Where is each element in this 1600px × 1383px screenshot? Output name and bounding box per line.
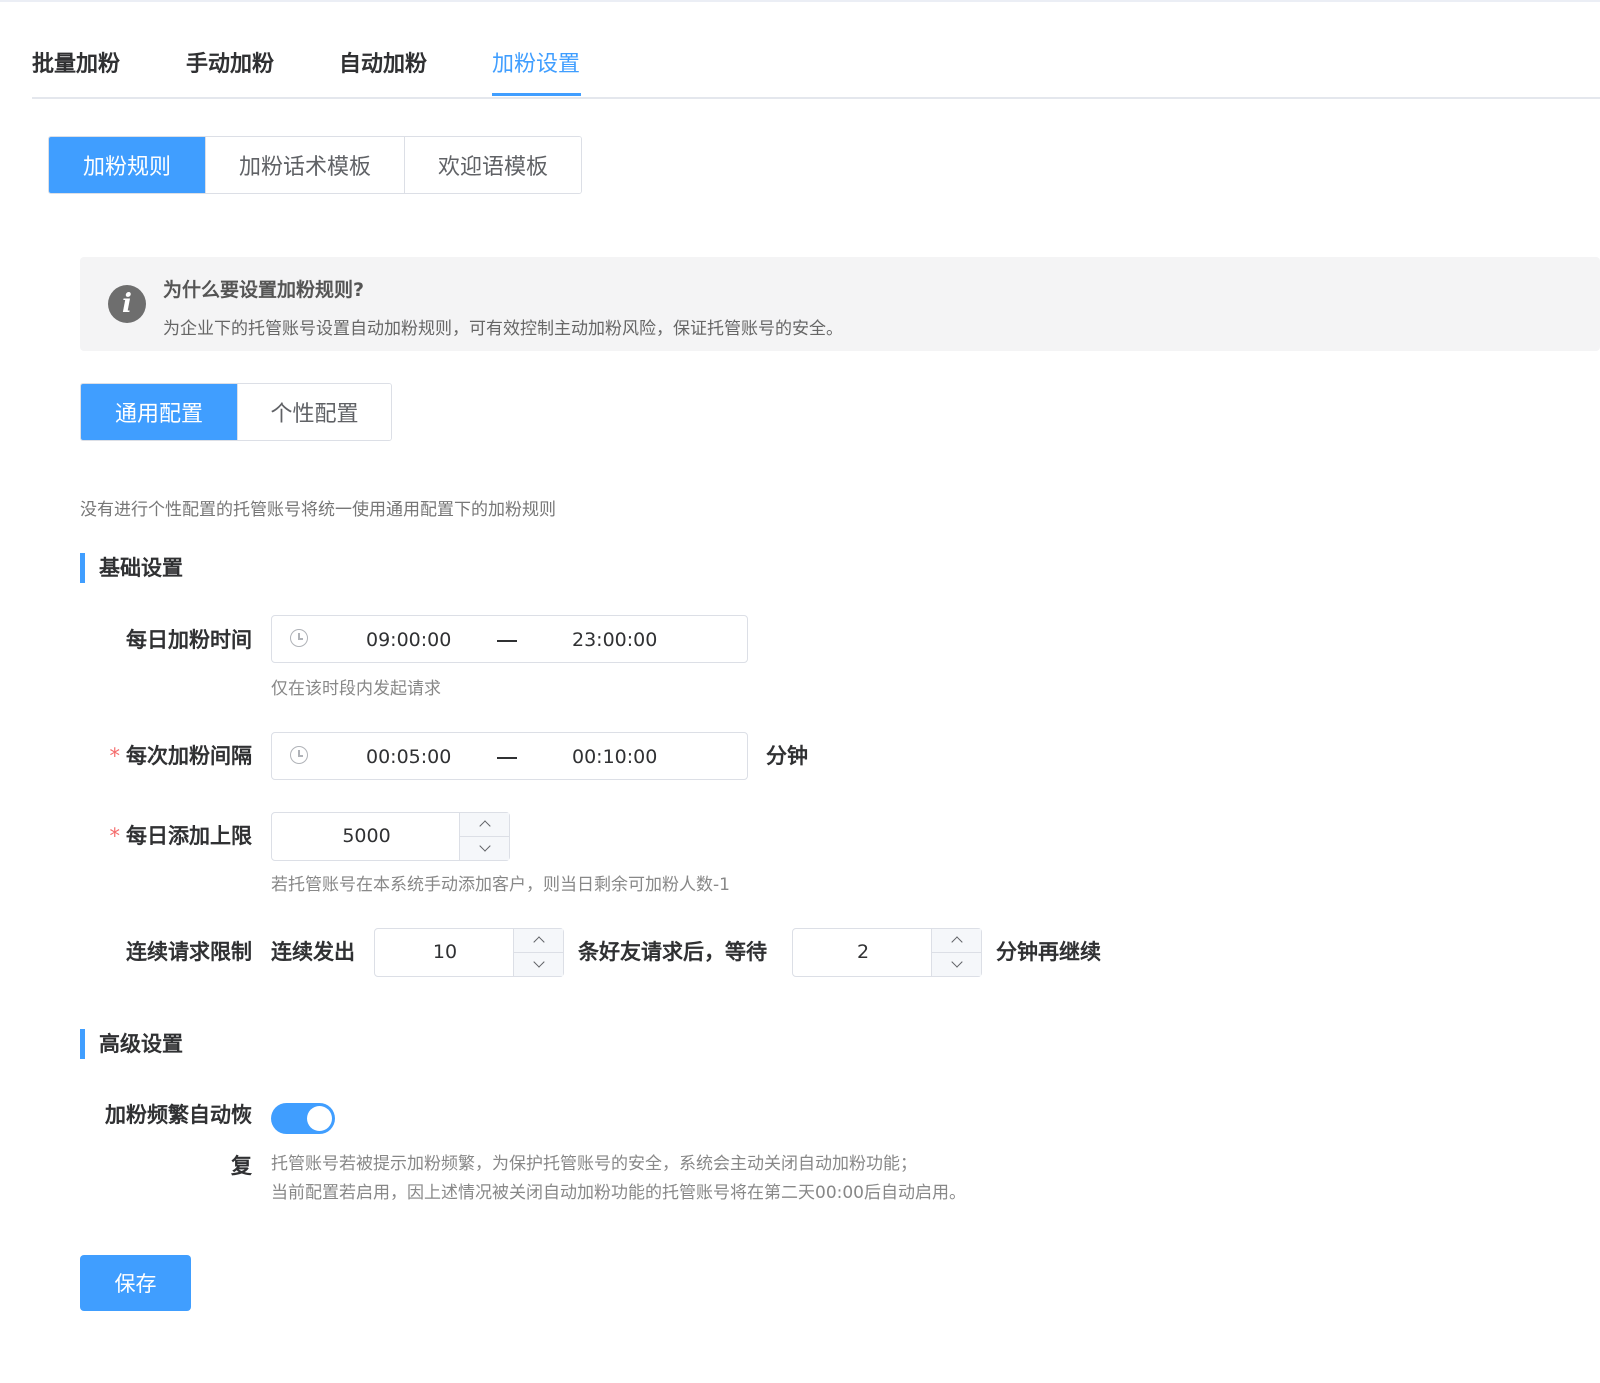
wait-minutes-value[interactable]: 2 bbox=[793, 929, 933, 976]
subtab-welcome-templates[interactable]: 欢迎语模板 bbox=[404, 137, 581, 193]
daily-time-label: 每日加粉时间 bbox=[126, 628, 252, 652]
info-title: 为什么要设置加粉规则? bbox=[163, 279, 365, 301]
daily-limit-input[interactable]: 5000 bbox=[271, 812, 510, 861]
tab-manual-add[interactable]: 手动加粉 bbox=[186, 50, 274, 80]
increase-button[interactable] bbox=[460, 813, 509, 837]
toggle-knob bbox=[307, 1106, 332, 1131]
section-advanced-settings: 高级设置 bbox=[80, 1029, 183, 1059]
daily-limit-label: * 每日添加上限 bbox=[109, 824, 253, 848]
continuous-count-value[interactable]: 10 bbox=[375, 929, 515, 976]
clock-icon bbox=[290, 746, 308, 764]
daily-time-range-picker[interactable]: 09:00:00 23:00:00 bbox=[271, 615, 748, 663]
chevron-up-icon bbox=[532, 936, 545, 948]
section-basic-settings: 基础设置 bbox=[80, 553, 183, 583]
interval-end[interactable]: 00:10:00 bbox=[572, 733, 657, 781]
continuous-prefix: 连续发出 bbox=[271, 940, 355, 964]
info-icon: i bbox=[108, 285, 146, 323]
interval-label: * 每次加粉间隔 bbox=[109, 744, 253, 768]
tab-add-settings[interactable]: 加粉设置 bbox=[492, 50, 580, 80]
tab-auto-add[interactable]: 自动加粉 bbox=[339, 50, 427, 80]
config-note: 没有进行个性配置的托管账号将统一使用通用配置下的加粉规则 bbox=[80, 500, 556, 520]
daily-time-start[interactable]: 09:00:00 bbox=[366, 616, 451, 664]
tab-batch-add[interactable]: 批量加粉 bbox=[32, 50, 120, 80]
main-tabs: 批量加粉 手动加粉 自动加粉 加粉设置 bbox=[32, 40, 1600, 99]
decrease-button[interactable] bbox=[460, 837, 509, 861]
interval-range-picker[interactable]: 00:05:00 00:10:00 bbox=[271, 732, 748, 780]
tab-custom-config[interactable]: 个性配置 bbox=[237, 384, 391, 440]
subtab-add-rules[interactable]: 加粉规则 bbox=[49, 137, 205, 193]
wait-minutes-stepper bbox=[931, 929, 981, 976]
active-tab-indicator bbox=[492, 93, 581, 96]
increase-button[interactable] bbox=[932, 929, 981, 953]
chevron-down-icon bbox=[478, 840, 491, 852]
increase-button[interactable] bbox=[514, 929, 563, 953]
chevron-down-icon bbox=[532, 956, 545, 968]
settings-subtabs: 加粉规则 加粉话术模板 欢迎语模板 bbox=[48, 136, 582, 194]
daily-limit-stepper bbox=[459, 813, 509, 860]
chevron-down-icon bbox=[950, 956, 963, 968]
daily-limit-hint: 若托管账号在本系统手动添加客户，则当日剩余可加粉人数-1 bbox=[271, 875, 730, 895]
decrease-button[interactable] bbox=[932, 953, 981, 977]
range-separator bbox=[497, 757, 517, 759]
wait-minutes-input[interactable]: 2 bbox=[792, 928, 982, 977]
auto-recover-hint-2: 当前配置若启用，因上述情况被关闭自动加粉功能的托管账号将在第二天00:00后自动… bbox=[271, 1183, 966, 1203]
required-marker: * bbox=[109, 824, 121, 848]
required-marker: * bbox=[109, 744, 121, 768]
config-type-tabs: 通用配置 个性配置 bbox=[80, 383, 392, 441]
continuous-count-stepper bbox=[513, 929, 563, 976]
info-description: 为企业下的托管账号设置自动加粉规则，可有效控制主动加粉风险，保证托管账号的安全。 bbox=[163, 319, 843, 339]
daily-limit-value[interactable]: 5000 bbox=[272, 813, 461, 860]
daily-time-hint: 仅在该时段内发起请求 bbox=[271, 679, 441, 699]
auto-recover-label-wrap: 复 bbox=[231, 1154, 252, 1178]
save-button[interactable]: 保存 bbox=[80, 1255, 191, 1311]
range-separator bbox=[497, 640, 517, 642]
decrease-button[interactable] bbox=[514, 953, 563, 977]
subtab-script-templates[interactable]: 加粉话术模板 bbox=[205, 137, 404, 193]
auto-recover-hint-1: 托管账号若被提示加粉频繁，为保护托管账号的安全，系统会主动关闭自动加粉功能； bbox=[271, 1154, 917, 1174]
interval-unit: 分钟 bbox=[766, 744, 808, 768]
top-border bbox=[0, 0, 1600, 2]
chevron-up-icon bbox=[478, 820, 491, 832]
clock-icon bbox=[290, 629, 308, 647]
info-alert: i 为什么要设置加粉规则? 为企业下的托管账号设置自动加粉规则，可有效控制主动加… bbox=[80, 257, 1600, 351]
auto-recover-label: 加粉频繁自动恢 bbox=[105, 1103, 252, 1127]
tab-general-config[interactable]: 通用配置 bbox=[81, 384, 237, 440]
continuous-middle-text: 条好友请求后，等待 bbox=[578, 940, 767, 964]
daily-time-end[interactable]: 23:00:00 bbox=[572, 616, 657, 664]
interval-start[interactable]: 00:05:00 bbox=[366, 733, 451, 781]
continuous-suffix: 分钟再继续 bbox=[996, 940, 1101, 964]
chevron-up-icon bbox=[950, 936, 963, 948]
continuous-limit-label: 连续请求限制 bbox=[126, 940, 252, 964]
continuous-count-input[interactable]: 10 bbox=[374, 928, 564, 977]
auto-recover-toggle[interactable] bbox=[271, 1103, 335, 1134]
